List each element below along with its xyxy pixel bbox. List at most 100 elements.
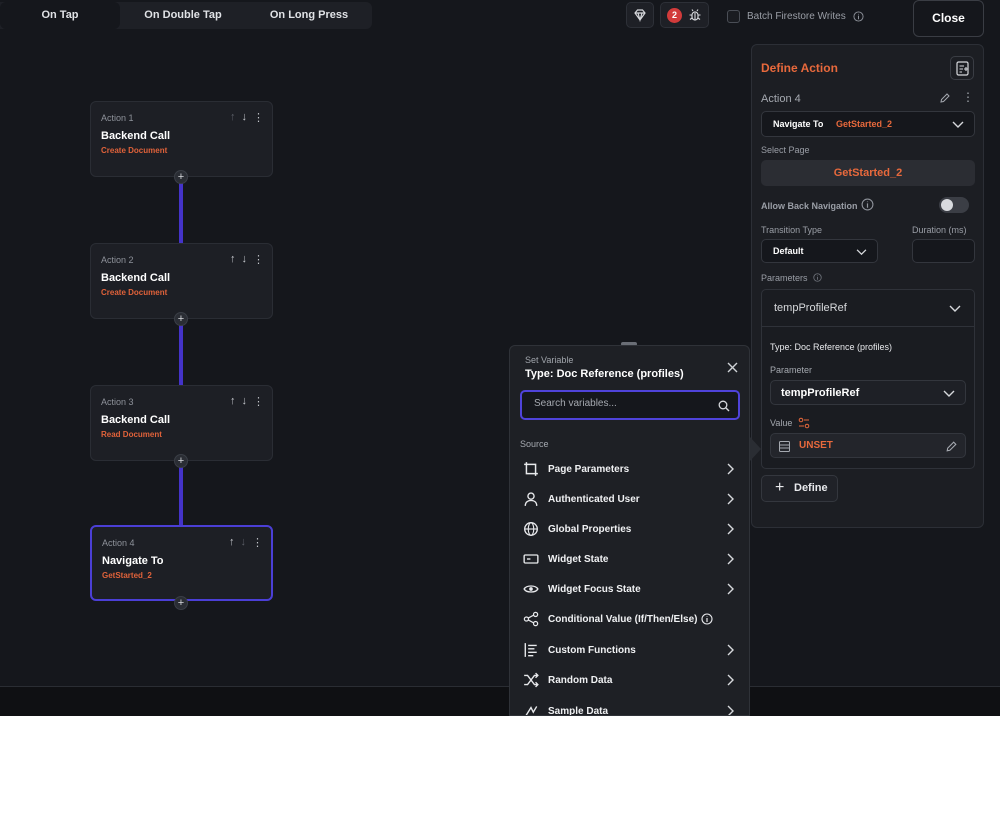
- select-page-label: Select Page: [761, 145, 810, 155]
- popup-label: Set Variable: [525, 355, 574, 365]
- action-title: Backend Call: [101, 272, 171, 284]
- source-sample-data[interactable]: Sample Data: [510, 696, 749, 716]
- source-global-properties[interactable]: Global Properties: [510, 514, 749, 544]
- move-down-icon: ↓: [240, 536, 247, 548]
- duration-label: Duration (ms): [912, 225, 967, 235]
- action-title: Navigate To: [102, 555, 164, 567]
- define-button[interactable]: + Define: [761, 475, 838, 502]
- crop-icon: [524, 462, 538, 476]
- tab-on-long-press[interactable]: On Long Press: [246, 2, 372, 29]
- close-icon[interactable]: [727, 362, 738, 373]
- action-name: Action 4: [761, 93, 801, 105]
- source-item-label: Global Properties: [548, 523, 632, 535]
- shuffle-icon: [524, 672, 539, 688]
- add-action-button[interactable]: +: [174, 596, 188, 610]
- close-button[interactable]: Close: [913, 0, 984, 37]
- selected-page-button[interactable]: GetStarted_2: [761, 160, 975, 186]
- transition-value: Default: [773, 246, 804, 256]
- action-type-label: Navigate To: [773, 119, 824, 129]
- ai-gem-button[interactable]: [626, 2, 654, 28]
- parameter-name: tempProfileRef: [774, 302, 847, 314]
- flow-connector: [179, 461, 183, 527]
- transition-type-label: Transition Type: [761, 225, 823, 235]
- action-library-button[interactable]: [950, 56, 974, 80]
- duration-input[interactable]: [912, 239, 975, 263]
- branch-icon: [523, 611, 539, 627]
- chevron-right-icon: [727, 523, 734, 535]
- chevron-right-icon: [727, 674, 734, 686]
- notes-add-icon: [956, 61, 969, 76]
- database-icon: [779, 441, 790, 452]
- source-item-label: Widget Focus State: [548, 583, 641, 595]
- action-node-1[interactable]: Action 1 Backend Call Create Document ↑ …: [90, 101, 273, 177]
- chevron-right-icon: [727, 705, 734, 715]
- allow-back-label: Allow Back Navigation: [761, 201, 858, 211]
- tab-on-double-tap[interactable]: On Double Tap: [120, 2, 246, 29]
- source-random-data[interactable]: Random Data: [510, 665, 749, 695]
- more-options-icon[interactable]: ⋮: [253, 111, 264, 124]
- add-action-button[interactable]: +: [174, 454, 188, 468]
- transition-type-dropdown[interactable]: Default: [761, 239, 878, 263]
- issues-button[interactable]: 2: [660, 2, 709, 28]
- info-icon[interactable]: [861, 198, 874, 211]
- info-icon[interactable]: [853, 11, 864, 22]
- source-widget-focus-state[interactable]: Widget Focus State: [510, 574, 749, 604]
- chevron-down-icon: [856, 249, 867, 256]
- parameter-dropdown[interactable]: tempProfileRef: [770, 380, 966, 405]
- move-down-icon[interactable]: ↓: [242, 395, 248, 408]
- action-node-3[interactable]: Action 3 Backend Call Read Document ↑ ↓ …: [90, 385, 273, 461]
- source-item-label: Sample Data: [548, 705, 609, 716]
- source-custom-functions[interactable]: Custom Functions: [510, 635, 749, 665]
- panel-title: Define Action: [761, 61, 838, 75]
- add-action-button[interactable]: +: [174, 312, 188, 326]
- action-node-4[interactable]: Action 4 Navigate To GetStarted_2 ↑ ↓ ⋮: [90, 525, 273, 601]
- value-selector[interactable]: UNSET: [770, 433, 966, 458]
- batch-writes-checkbox[interactable]: [727, 10, 740, 23]
- info-icon[interactable]: [701, 613, 713, 625]
- define-label: Define: [794, 482, 828, 494]
- source-page-parameters[interactable]: Page Parameters: [510, 454, 749, 484]
- chevron-right-icon: [727, 493, 734, 505]
- globe-icon: [524, 522, 538, 536]
- source-label: Source: [520, 439, 549, 449]
- source-item-label: Page Parameters: [548, 463, 630, 475]
- source-authenticated-user[interactable]: Authenticated User: [510, 484, 749, 514]
- more-options-icon[interactable]: ⋮: [253, 253, 264, 266]
- action-node-2[interactable]: Action 2 Backend Call Create Document ↑ …: [90, 243, 273, 319]
- parameter-type: Type: Doc Reference (profiles): [770, 342, 893, 352]
- tab-on-tap[interactable]: On Tap: [0, 2, 120, 29]
- search-input[interactable]: [534, 398, 709, 409]
- move-down-icon[interactable]: ↓: [242, 111, 248, 124]
- action-title: Backend Call: [101, 130, 171, 142]
- move-up-icon[interactable]: ↑: [230, 253, 236, 266]
- flow-connector: [179, 177, 183, 243]
- add-action-button[interactable]: +: [174, 170, 188, 184]
- more-options-icon[interactable]: ⋮: [253, 395, 264, 408]
- parameter-header[interactable]: tempProfileRef: [762, 290, 974, 327]
- action-title: Backend Call: [101, 414, 171, 426]
- action-subtitle: Read Document: [101, 430, 162, 439]
- source-conditional-value[interactable]: Conditional Value (If/Then/Else): [510, 604, 749, 634]
- source-item-label: Custom Functions: [548, 644, 636, 656]
- action-label: Action 2: [101, 255, 134, 265]
- allow-back-toggle[interactable]: [939, 197, 969, 213]
- move-up-icon[interactable]: ↑: [230, 395, 236, 408]
- move-up-icon[interactable]: ↑: [229, 536, 235, 549]
- more-options-icon[interactable]: ⋮: [962, 90, 974, 104]
- source-widget-state[interactable]: Widget State: [510, 544, 749, 574]
- function-list-icon: [524, 643, 537, 657]
- more-options-icon[interactable]: ⋮: [252, 536, 263, 549]
- edit-icon[interactable]: [945, 440, 958, 453]
- move-down-icon[interactable]: ↓: [242, 253, 248, 266]
- search-field[interactable]: [520, 390, 740, 420]
- action-label: Action 4: [102, 538, 135, 548]
- chevron-right-icon: [727, 644, 734, 656]
- popup-title: Type: Doc Reference (profiles): [525, 368, 684, 380]
- variable-icon[interactable]: [798, 417, 810, 429]
- parameter-card: tempProfileRef Type: Doc Reference (prof…: [761, 289, 975, 469]
- edit-icon[interactable]: [939, 92, 951, 104]
- action-type-dropdown[interactable]: Navigate To GetStarted_2: [761, 111, 975, 137]
- chevron-right-icon: [727, 553, 734, 565]
- info-icon[interactable]: [813, 273, 822, 282]
- source-item-label: Widget State: [548, 553, 609, 565]
